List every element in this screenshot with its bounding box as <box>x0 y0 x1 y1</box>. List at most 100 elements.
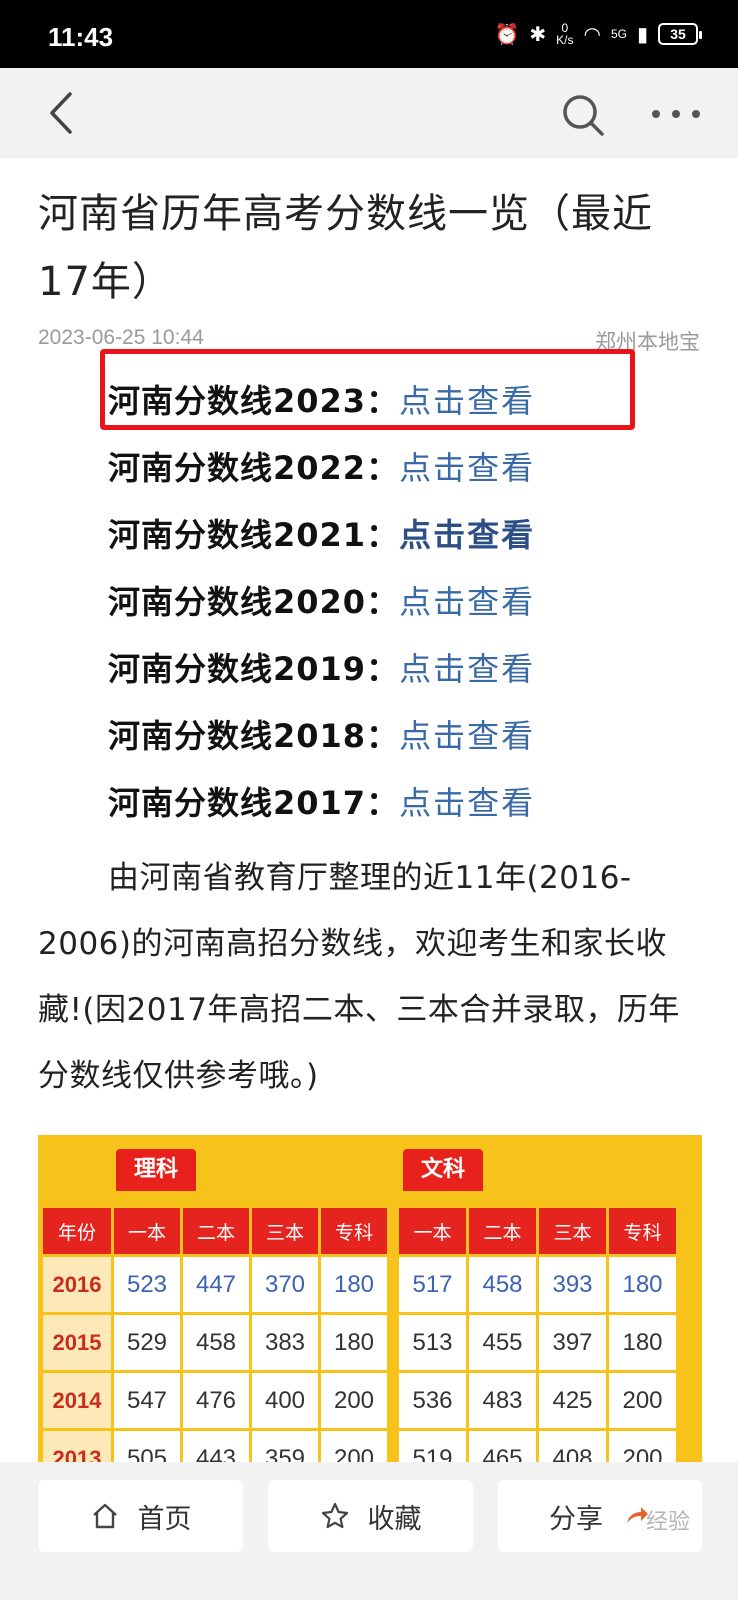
home-label: 首页 <box>137 1503 192 1535</box>
table-row: 2015 529 458 383 180 <box>43 1315 387 1370</box>
score-link-row: 河南分数线2018：点击查看 <box>108 709 648 776</box>
score-cell: 517 <box>399 1257 466 1312</box>
score-link-row: 河南分数线2020：点击查看 <box>108 575 648 642</box>
table-row: 2016 523 447 370 180 <box>43 1257 387 1312</box>
score-cell: 465 <box>469 1431 536 1465</box>
score-cell: 200 <box>321 1373 387 1428</box>
article-date: 2023-06-25 10:44 <box>38 326 204 349</box>
battery-icon: 35 <box>658 23 702 45</box>
score-cell: 393 <box>539 1257 606 1312</box>
score-cell: 483 <box>469 1373 536 1428</box>
star-icon <box>321 1502 348 1529</box>
view-link[interactable]: 点击查看 <box>399 650 535 688</box>
score-cell: 447 <box>183 1257 249 1312</box>
column-header: 二本 <box>469 1208 536 1254</box>
score-link-list: 河南分数线2023：点击查看 河南分数线2022：点击查看 河南分数线2021：… <box>108 374 648 843</box>
score-cell: 200 <box>609 1431 676 1465</box>
column-header: 专科 <box>609 1208 676 1254</box>
article-paragraph: 由河南省教育厅整理的近11年(2016-2006)的河南高招分数线，欢迎考生和家… <box>38 860 680 1094</box>
column-header: 二本 <box>183 1208 249 1254</box>
score-cell: 505 <box>114 1431 180 1465</box>
year-cell: 2015 <box>43 1315 111 1370</box>
table-row: 536 483 425 200 <box>399 1373 676 1428</box>
table-row: 517 458 393 180 <box>399 1257 676 1312</box>
view-link[interactable]: 点击查看 <box>399 516 535 554</box>
score-cell: 529 <box>114 1315 180 1370</box>
table-row: 2014 547 476 400 200 <box>43 1373 387 1428</box>
score-cell: 536 <box>399 1373 466 1428</box>
score-year-label: 河南分数线2017： <box>108 784 400 822</box>
view-link[interactable]: 点击查看 <box>399 784 535 822</box>
search-icon[interactable] <box>560 92 606 138</box>
status-time: 11:43 <box>48 22 114 52</box>
score-cell: 180 <box>609 1315 676 1370</box>
nav-bar <box>0 68 738 158</box>
score-year-label: 河南分数线2021： <box>108 516 400 554</box>
score-cell: 370 <box>252 1257 318 1312</box>
score-cell: 458 <box>183 1315 249 1370</box>
score-year-label: 河南分数线2022： <box>108 449 400 487</box>
back-icon[interactable] <box>42 90 82 136</box>
score-cell: 425 <box>539 1373 606 1428</box>
score-cell: 443 <box>183 1431 249 1465</box>
view-link[interactable]: 点击查看 <box>399 583 535 621</box>
bluetooth-icon: ✱ <box>529 22 547 46</box>
column-header: 专科 <box>321 1208 387 1254</box>
score-cell: 359 <box>252 1431 318 1465</box>
arts-table: 一本 二本 三本 专科 517 458 393 180 513 455 397 … <box>396 1205 679 1465</box>
status-icons: ⏰ ✱ 0 K/s ◠ 5G ▮ 35 <box>494 21 702 47</box>
score-cell: 476 <box>183 1373 249 1428</box>
score-cell: 513 <box>399 1315 466 1370</box>
favorite-label: 收藏 <box>367 1503 422 1535</box>
year-cell: 2013 <box>43 1431 111 1465</box>
alarm-icon: ⏰ <box>494 22 520 46</box>
score-year-label: 河南分数线2018： <box>108 717 400 755</box>
table-header-row: 年份 一本 二本 三本 专科 <box>43 1208 387 1254</box>
column-header: 一本 <box>399 1208 466 1254</box>
table-header-row: 一本 二本 三本 专科 <box>399 1208 676 1254</box>
score-link-row: 河南分数线2021：点击查看 <box>108 508 648 575</box>
score-year-label: 河南分数线2020： <box>108 583 400 621</box>
score-cell: 383 <box>252 1315 318 1370</box>
year-header: 年份 <box>43 1208 111 1254</box>
signal-label: 5G <box>610 27 627 41</box>
score-table-image: 理科 文科 年份 一本 二本 三本 专科 2016 523 447 370 18… <box>38 1135 702 1465</box>
score-cell: 408 <box>539 1431 606 1465</box>
table-row: 2013 505 443 359 200 <box>43 1431 387 1465</box>
score-cell: 455 <box>469 1315 536 1370</box>
score-cell: 547 <box>114 1373 180 1428</box>
column-header: 三本 <box>252 1208 318 1254</box>
score-cell: 180 <box>321 1257 387 1312</box>
signal-icon: ▮ <box>636 22 648 46</box>
year-cell: 2014 <box>43 1373 111 1428</box>
status-bar: 11:43 ⏰ ✱ 0 K/s ◠ 5G ▮ 35 <box>0 0 738 68</box>
table-row: 519 465 408 200 <box>399 1431 676 1465</box>
article-title: 河南省历年高考分数线一览（最近17年） <box>38 191 653 305</box>
score-cell: 200 <box>609 1373 676 1428</box>
score-year-label: 河南分数线2019： <box>108 650 400 688</box>
score-cell: 200 <box>321 1431 387 1465</box>
table-row: 513 455 397 180 <box>399 1315 676 1370</box>
net-speed: 0 K/s <box>556 21 574 47</box>
score-link-row: 河南分数线2019：点击查看 <box>108 642 648 709</box>
column-header: 一本 <box>114 1208 180 1254</box>
column-header: 三本 <box>539 1208 606 1254</box>
score-cell: 458 <box>469 1257 536 1312</box>
favorite-button[interactable]: 收藏 <box>268 1480 473 1552</box>
view-link[interactable]: 点击查看 <box>399 449 535 487</box>
home-icon <box>92 1503 117 1529</box>
highlight-box <box>100 349 635 430</box>
science-table: 年份 一本 二本 三本 专科 2016 523 447 370 180 2015… <box>40 1205 390 1465</box>
score-cell: 180 <box>609 1257 676 1312</box>
arts-ribbon: 文科 <box>403 1149 484 1191</box>
bottom-bar: 首页 收藏 分享 经验 <box>0 1462 738 1600</box>
watermark: 经验 <box>645 1510 690 1535</box>
score-link-row: 河南分数线2022：点击查看 <box>108 441 648 508</box>
more-icon[interactable] <box>650 108 702 120</box>
science-ribbon: 理科 <box>116 1149 197 1191</box>
share-label: 分享 <box>549 1503 603 1535</box>
view-link[interactable]: 点击查看 <box>399 717 535 755</box>
year-cell: 2016 <box>43 1257 111 1312</box>
score-link-row: 河南分数线2017：点击查看 <box>108 776 648 843</box>
home-button[interactable]: 首页 <box>38 1480 243 1552</box>
